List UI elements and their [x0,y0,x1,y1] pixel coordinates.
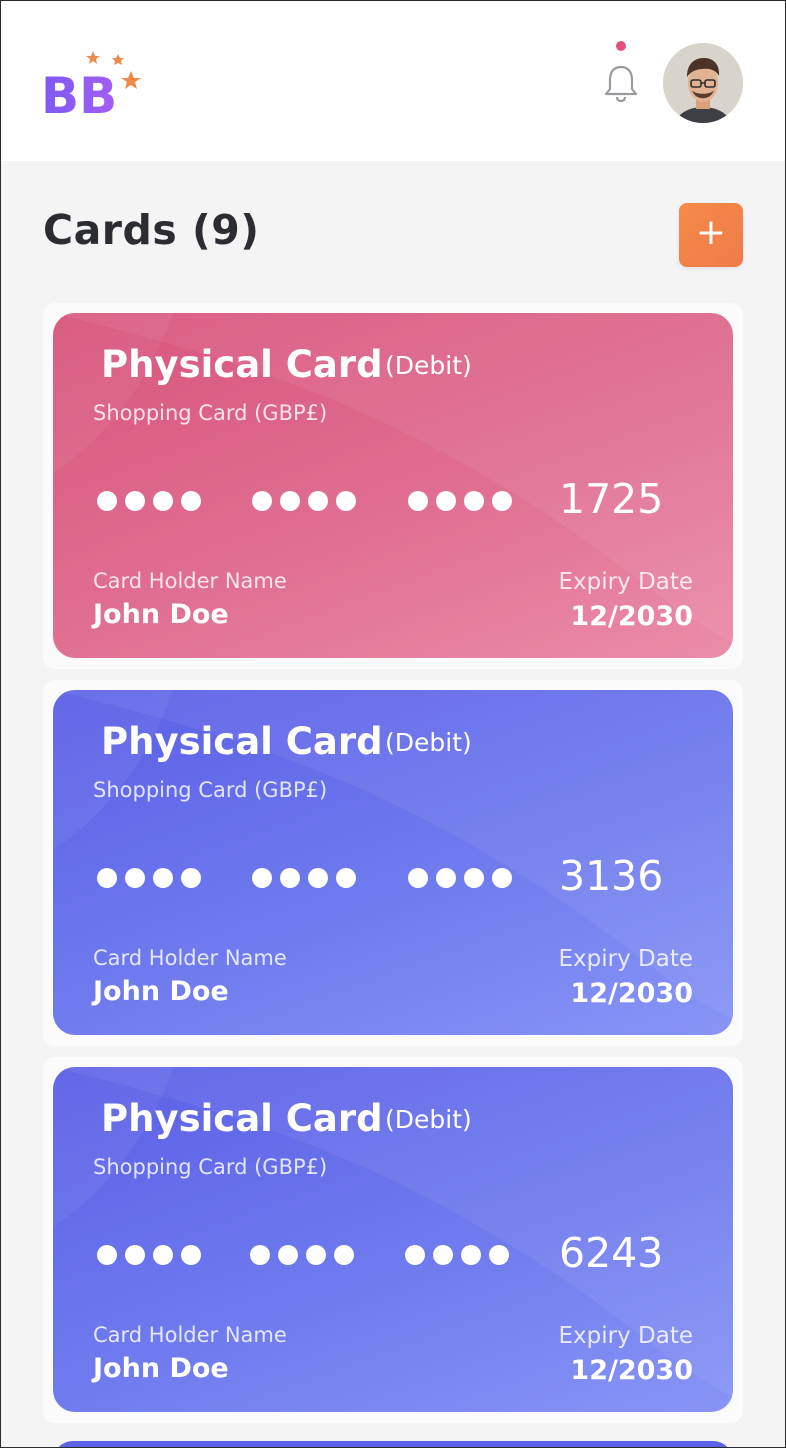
holder-label: Card Holder Name [93,569,287,593]
masked-digits [97,1245,201,1265]
logo-text: BB [41,67,117,119]
card-type: (Debit) [385,728,472,757]
logo-graphic: BB [41,51,141,125]
brand-logo[interactable]: BB [41,47,151,125]
bell-icon [604,65,638,103]
card-type: (Debit) [385,1105,472,1134]
card-title: Physical Card [101,1097,383,1140]
card-list-item: Physical Card (Debit) Shopping Card (GBP… [43,1057,743,1423]
masked-digits [408,491,512,511]
masked-digits [252,491,356,511]
holder-name: John Doe [93,599,229,630]
expiry-date: 12/2030 [570,978,693,1009]
app-frame: BB Cards (9) + Physical Card (Debit) Sho… [0,0,786,1448]
star-icon [86,51,100,64]
expiry-label: Expiry Date [558,946,694,972]
card-type: (Debit) [385,351,472,380]
holder-name: John Doe [93,976,229,1007]
add-card-button[interactable]: + [679,203,743,267]
holder-label: Card Holder Name [93,1323,287,1347]
masked-digits [408,868,512,888]
avatar[interactable] [663,43,743,123]
top-bar: BB [1,1,785,161]
star-icon [112,54,124,65]
holder-name: John Doe [93,1353,229,1384]
card-subtitle: Shopping Card (GBP£) [93,1155,328,1179]
card-list-item: Physical Card (Debit) Shopping Card (GBP… [43,680,743,1046]
card-last-four: 6243 [559,1229,664,1277]
payment-card[interactable]: Physical Card (Debit) Shopping Card (GBP… [53,1067,733,1412]
payment-card[interactable]: Physical Card (Debit) Shopping Card (GBP… [53,313,733,658]
card-title: Physical Card [101,343,383,386]
star-icon [121,71,141,89]
payment-card[interactable]: Physical Card (Debit) Shopping Card (GBP… [53,690,733,1035]
masked-digits [97,868,201,888]
notifications-button[interactable] [601,61,641,105]
page-title: Cards (9) [43,206,260,254]
card-last-four: 3136 [559,852,664,900]
card-last-four: 1725 [559,475,664,523]
expiry-date: 12/2030 [570,1355,693,1386]
expiry-label: Expiry Date [558,569,694,595]
next-card-peek[interactable] [53,1441,733,1447]
card-subtitle: Shopping Card (GBP£) [93,778,328,802]
notification-badge [616,41,626,51]
masked-digits [252,868,356,888]
holder-label: Card Holder Name [93,946,287,970]
card-title: Physical Card [101,720,383,763]
masked-digits [250,1245,354,1265]
expiry-label: Expiry Date [558,1323,694,1349]
masked-digits [97,491,201,511]
card-list-item: Physical Card (Debit) Shopping Card (GBP… [43,303,743,669]
card-subtitle: Shopping Card (GBP£) [93,401,328,425]
user-avatar-image [663,43,743,123]
masked-digits [405,1245,509,1265]
expiry-date: 12/2030 [570,601,693,632]
